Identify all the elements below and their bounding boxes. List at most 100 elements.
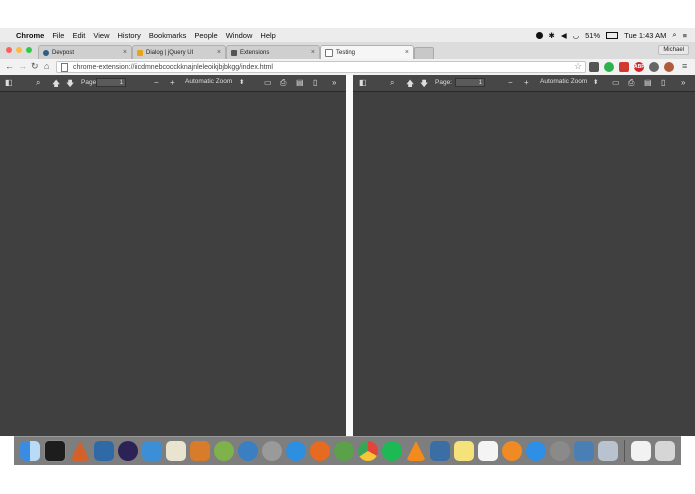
tab-label: Dialog | jQuery UI	[146, 49, 194, 56]
terminal-icon[interactable]	[44, 440, 66, 462]
menu-bookmarks[interactable]: Bookmarks	[149, 31, 187, 40]
system-preferences-icon[interactable]	[550, 441, 570, 461]
bluetooth-icon[interactable]: ✱	[549, 31, 555, 40]
sublime-icon[interactable]	[190, 441, 210, 461]
print-icon[interactable]: ⎙	[628, 78, 634, 88]
zoom-in-icon[interactable]: +	[170, 78, 175, 87]
menu-window[interactable]: Window	[226, 31, 253, 40]
eclipse-icon[interactable]	[118, 441, 138, 461]
zoom-select[interactable]: Automatic Zoom	[185, 78, 232, 85]
screenshot-icon[interactable]	[598, 441, 618, 461]
matlab-icon[interactable]	[70, 441, 90, 461]
puzzle-icon	[231, 49, 237, 56]
finder-icon[interactable]	[20, 441, 40, 461]
image-viewer-icon[interactable]	[430, 441, 450, 461]
download-icon[interactable]: ▤	[296, 78, 304, 87]
forward-icon[interactable]: →	[18, 61, 27, 71]
sync-icon[interactable]	[238, 441, 258, 461]
evernote-icon[interactable]	[604, 62, 614, 72]
next-page-icon[interactable]: 🡇	[66, 78, 74, 92]
tab-extensions[interactable]: Extensions ×	[226, 45, 320, 59]
find-icon[interactable]: ⌕	[36, 78, 40, 88]
wifi-icon[interactable]: ◡	[573, 31, 580, 40]
menu-file[interactable]: File	[52, 31, 64, 40]
onyx-icon[interactable]	[574, 441, 594, 461]
chrome-icon[interactable]	[358, 441, 378, 461]
preview-icon[interactable]	[166, 441, 186, 461]
back-icon[interactable]: ←	[5, 61, 14, 71]
zoom-window-button[interactable]	[26, 47, 32, 53]
battery-percent[interactable]: 51%	[585, 31, 600, 40]
zoom-out-icon[interactable]: −	[508, 78, 513, 87]
close-window-button[interactable]	[6, 47, 12, 53]
trash-icon[interactable]	[655, 441, 675, 461]
spotlight-icon[interactable]: ⌕	[672, 30, 676, 40]
zoom-select[interactable]: Automatic Zoom	[540, 78, 587, 85]
close-tab-icon[interactable]: ×	[405, 49, 409, 56]
reload-icon[interactable]: ↻	[31, 61, 39, 72]
menu-edit[interactable]: Edit	[72, 31, 85, 40]
menu-view[interactable]: View	[93, 31, 109, 40]
bookmark-icon[interactable]: ▯	[313, 78, 317, 87]
notification-center-icon[interactable]: ≡	[683, 31, 687, 40]
menu-people[interactable]: People	[194, 31, 217, 40]
zoom-icon[interactable]	[649, 62, 659, 72]
tools-icon[interactable]: »	[681, 78, 685, 87]
open-file-icon[interactable]: ▭	[612, 78, 620, 87]
home-icon[interactable]: ⌂	[44, 61, 49, 71]
page-number-input[interactable]: 1	[455, 78, 485, 87]
print-icon[interactable]: ⎙	[280, 78, 286, 88]
previous-page-icon[interactable]: 🡅	[406, 78, 414, 92]
zoom-in-icon[interactable]: +	[524, 78, 529, 87]
avatar-icon[interactable]	[664, 62, 674, 72]
documents-icon[interactable]	[631, 441, 651, 461]
pane-divider[interactable]	[346, 75, 353, 436]
tab-devpost[interactable]: Devpost ×	[38, 45, 132, 59]
adblock-icon[interactable]: ABP	[634, 62, 645, 72]
xcode-icon[interactable]	[142, 441, 162, 461]
minimize-window-button[interactable]	[16, 47, 22, 53]
close-tab-icon[interactable]: ×	[217, 49, 221, 56]
ibooks-icon[interactable]	[502, 441, 522, 461]
bookmark-star-icon[interactable]: ☆	[574, 61, 582, 72]
vlc-icon[interactable]	[406, 441, 426, 461]
rocket-icon[interactable]	[262, 441, 282, 461]
tools-icon[interactable]: »	[332, 78, 336, 87]
next-page-icon[interactable]: 🡇	[420, 78, 428, 92]
firefox-icon[interactable]	[310, 441, 330, 461]
android-studio-icon[interactable]	[214, 441, 234, 461]
textedit-icon[interactable]	[478, 441, 498, 461]
spotify-icon[interactable]	[382, 441, 402, 461]
close-tab-icon[interactable]: ×	[123, 49, 127, 56]
previous-page-icon[interactable]: 🡅	[52, 78, 60, 92]
sidebar-toggle-icon[interactable]: ◧	[5, 78, 13, 87]
pocket-icon[interactable]	[589, 62, 599, 72]
menu-history[interactable]: History	[118, 31, 141, 40]
network-icon[interactable]	[334, 441, 354, 461]
safari-icon[interactable]	[286, 441, 306, 461]
volume-icon[interactable]: ◀	[561, 31, 567, 40]
lastpass-icon[interactable]	[619, 62, 629, 72]
open-file-icon[interactable]: ▭	[264, 78, 272, 87]
zoom-out-icon[interactable]: −	[154, 78, 159, 87]
chrome-menu-icon[interactable]: ≡	[682, 61, 687, 71]
sidebar-toggle-icon[interactable]: ◧	[359, 78, 367, 87]
tab-dialog-jquery-ui[interactable]: Dialog | jQuery UI ×	[132, 45, 226, 59]
record-icon[interactable]	[535, 31, 543, 39]
virtualbox-icon[interactable]	[94, 441, 114, 461]
tab-testing[interactable]: Testing ×	[320, 45, 414, 59]
clock[interactable]: Tue 1:43 AM	[624, 31, 666, 40]
address-text[interactable]: chrome-extension://iicdmnebcocckknajnlel…	[73, 64, 273, 71]
close-tab-icon[interactable]: ×	[311, 49, 315, 56]
page-number-input[interactable]: 1	[96, 78, 126, 87]
menu-help[interactable]: Help	[260, 31, 275, 40]
menu-app-name[interactable]: Chrome	[16, 31, 44, 40]
address-bar[interactable]: chrome-extension://iicdmnebcocckknajnlel…	[56, 61, 586, 73]
notes-icon[interactable]	[454, 441, 474, 461]
find-icon[interactable]: ⌕	[390, 78, 394, 88]
app-store-icon[interactable]	[526, 441, 546, 461]
download-icon[interactable]: ▤	[644, 78, 652, 87]
bookmark-icon[interactable]: ▯	[661, 78, 665, 87]
profile-button[interactable]: Michael	[658, 45, 689, 55]
battery-icon[interactable]	[606, 31, 619, 39]
